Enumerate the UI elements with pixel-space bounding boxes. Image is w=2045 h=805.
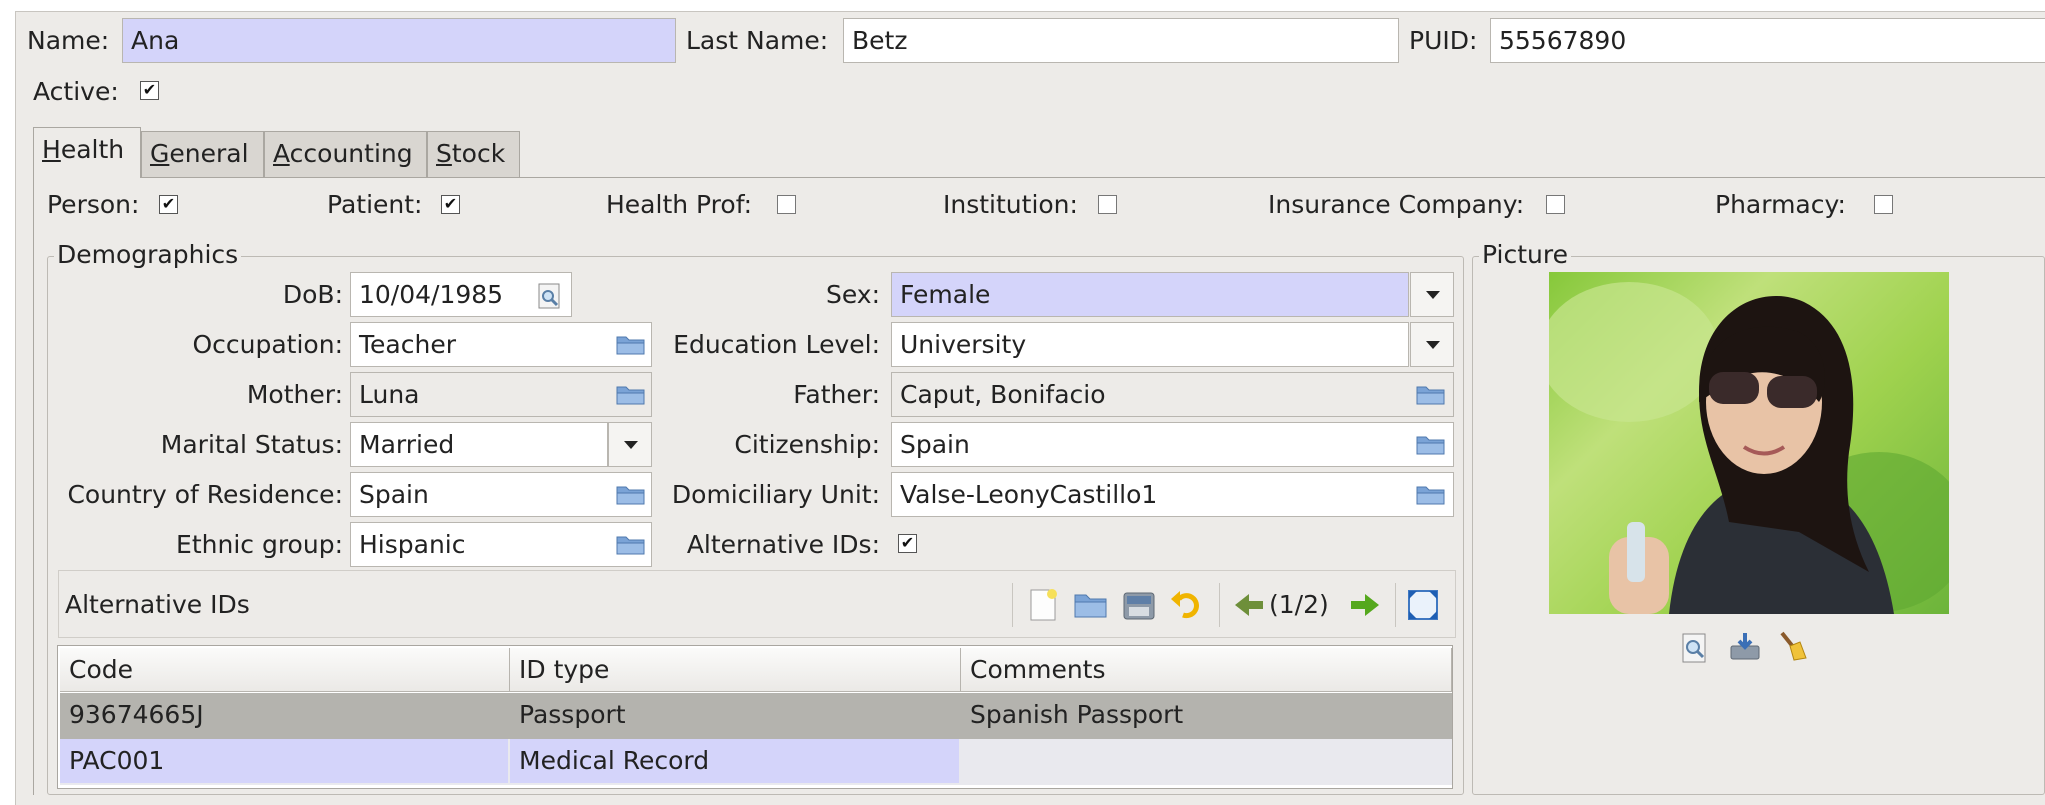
puid-field[interactable]: 55567890 [1490,18,2045,63]
tab-health[interactable]: Health [33,127,141,178]
open-icon[interactable] [1073,587,1109,623]
cell-id-type: Passport [519,700,626,729]
health-prof-label: Health Prof: [606,190,753,219]
cell-code: 93674665J [69,700,204,729]
cell-code: PAC001 [60,739,508,783]
toolbar-separator [1395,583,1396,627]
tab-health-rest: ealth [60,135,125,164]
folder-open-icon[interactable] [1416,433,1446,455]
table-row[interactable]: PAC001 Medical Record [60,739,1452,785]
zoom-icon[interactable] [1680,632,1712,664]
folder-open-icon[interactable] [1416,483,1446,505]
clear-icon[interactable] [1776,630,1808,662]
dob-value: 10/04/1985 [359,280,504,309]
tab-health-mnemonic: H [42,135,61,164]
health-prof-checkbox[interactable] [777,195,796,214]
save-icon[interactable] [1121,587,1157,623]
citizenship-label: Citizenship: [734,430,880,459]
picture-title: Picture [1479,240,1571,270]
father-label: Father: [793,380,880,409]
education-select[interactable]: University [891,322,1409,367]
switch-view-icon[interactable] [1405,587,1441,623]
domiciliary-label: Domiciliary Unit: [671,480,880,509]
column-header-code[interactable]: Code [60,648,510,692]
residence-label: Country of Residence: [67,480,343,509]
altids-table: Code ID type Comments 93674665J Passport… [57,645,1453,789]
undo-icon[interactable] [1169,587,1205,623]
tab-stock[interactable]: Stock [427,131,520,177]
lastname-label: Last Name: [686,26,829,55]
puid-label: PUID: [1409,26,1478,55]
name-label: Name: [27,26,110,55]
sex-select[interactable]: Female [891,272,1409,317]
education-dropdown-button[interactable] [1410,322,1454,367]
patient-checkbox[interactable]: ✔ [441,195,460,214]
toolbar-separator [1012,583,1013,627]
active-checkbox[interactable]: ✔ [140,81,159,100]
occupation-field[interactable]: Teacher [350,322,652,367]
name-field[interactable]: Ana [122,18,676,63]
pharmacy-label: Pharmacy: [1715,190,1846,219]
tab-stock-mnemonic: S [436,139,452,168]
institution-label: Institution: [943,190,1078,219]
institution-checkbox[interactable] [1098,195,1117,214]
pager-label: (1/2) [1269,590,1329,619]
tab-general[interactable]: General [141,131,264,177]
altids-toolbar: Alternative IDs (1/2) [58,570,1456,638]
demographics-title: Demographics [54,240,242,270]
toolbar-separator [1219,583,1220,627]
marital-select[interactable]: Married [350,422,608,467]
active-label: Active: [33,77,119,106]
tab-accounting[interactable]: Accounting [264,131,427,177]
person-label: Person: [47,190,140,219]
altids-title: Alternative IDs [65,590,250,619]
person-checkbox[interactable]: ✔ [159,195,178,214]
column-header-comments[interactable]: Comments [961,648,1452,692]
cell-id-type: Medical Record [510,739,959,783]
sex-dropdown-button[interactable] [1410,272,1454,317]
father-field[interactable]: Caput, Bonifacio [891,372,1454,417]
occupation-label: Occupation: [192,330,343,359]
ethnic-field[interactable]: Hispanic [350,522,652,567]
mother-field[interactable]: Luna [350,372,652,417]
mother-label: Mother: [246,380,343,409]
save-image-icon[interactable] [1729,630,1761,662]
tab-accounting-mnemonic: A [273,139,290,168]
insurance-label: Insurance Company: [1268,190,1525,219]
table-row[interactable]: 93674665J Passport Spanish Passport [60,693,1452,739]
tab-general-mnemonic: G [150,139,170,168]
previous-icon[interactable] [1231,587,1267,623]
new-record-icon[interactable] [1025,587,1061,623]
citizenship-field[interactable]: Spain [891,422,1454,467]
patient-label: Patient: [327,190,423,219]
cell-comments [961,739,1452,783]
next-icon[interactable] [1347,587,1383,623]
cell-comments: Spanish Passport [970,700,1184,729]
tab-general-rest: eneral [169,139,249,168]
lastname-field[interactable]: Betz [843,18,1399,63]
tab-stock-rest: tock [451,139,506,168]
altids-checkbox[interactable]: ✔ [898,534,917,553]
residence-field[interactable]: Spain [350,472,652,517]
domiciliary-field[interactable]: Valse-LeonyCastillo1 [891,472,1454,517]
tab-accounting-rest: ccounting [289,139,413,168]
ethnic-label: Ethnic group: [176,530,343,559]
altids-label: Alternative IDs: [686,530,880,559]
calendar-search-icon[interactable] [537,282,563,310]
dob-label: DoB: [282,280,343,309]
sex-label: Sex: [825,280,880,309]
patient-photo [1549,272,1949,614]
education-label: Education Level: [673,330,880,359]
marital-label: Marital Status: [160,430,343,459]
folder-open-icon[interactable] [1416,383,1446,405]
column-header-id-type[interactable]: ID type [510,648,961,692]
pharmacy-checkbox[interactable] [1874,195,1893,214]
insurance-checkbox[interactable] [1546,195,1565,214]
